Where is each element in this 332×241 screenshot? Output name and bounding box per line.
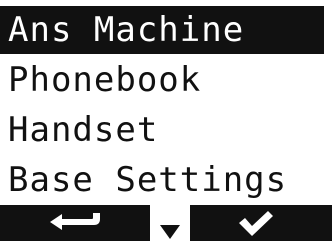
handset-display: Ans Machine Phonebook Handset Base Setti… xyxy=(0,0,332,241)
checkmark-icon xyxy=(239,211,273,236)
menu-item-label: Phonebook xyxy=(8,60,202,100)
menu-item-base-settings[interactable]: Base Settings xyxy=(0,156,287,204)
menu-item-label: Ans Machine xyxy=(8,10,245,50)
ok-softkey[interactable] xyxy=(190,205,332,241)
menu-item-handset[interactable]: Handset xyxy=(0,106,158,154)
menu-item-label: Handset xyxy=(8,110,159,150)
softkey-bar xyxy=(0,205,332,241)
scroll-down-icon xyxy=(160,225,180,239)
menu-item-phonebook[interactable]: Phonebook xyxy=(0,56,201,104)
back-softkey[interactable] xyxy=(0,205,150,241)
menu-item-ans-machine[interactable]: Ans Machine xyxy=(0,6,324,54)
menu-item-label: Base Settings xyxy=(8,160,288,200)
back-arrow-icon xyxy=(50,213,100,230)
